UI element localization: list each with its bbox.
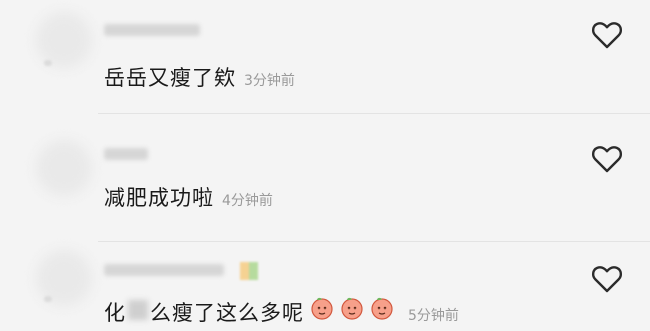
username-blurred[interactable] bbox=[104, 24, 200, 36]
blurred-character bbox=[128, 300, 148, 320]
heart-outline-icon bbox=[591, 266, 623, 293]
comment-text-prefix: 化 bbox=[104, 301, 126, 325]
blurred-mark bbox=[44, 296, 52, 302]
comment-body: 化 么瘦了这么多呢 5分钟前 bbox=[104, 296, 459, 327]
like-button[interactable] bbox=[590, 142, 624, 176]
username-blurred[interactable] bbox=[104, 148, 148, 160]
comment-text-suffix: 么瘦了这么多呢 bbox=[150, 301, 304, 325]
heart-outline-icon bbox=[591, 146, 623, 173]
peach-face-icon bbox=[341, 297, 363, 320]
user-badge-blurred bbox=[240, 262, 258, 280]
like-button[interactable] bbox=[590, 18, 624, 52]
comment-text: 岳岳又瘦了欸 bbox=[104, 66, 236, 90]
comment-body: 岳岳又瘦了欸 3分钟前 bbox=[104, 62, 295, 92]
comment-item: 减肥成功啦 4分钟前 bbox=[0, 114, 650, 242]
blurred-mark bbox=[44, 60, 52, 66]
comment-time: 3分钟前 bbox=[244, 73, 295, 89]
heart-outline-icon bbox=[591, 22, 623, 49]
comment-body: 减肥成功啦 4分钟前 bbox=[104, 182, 273, 212]
comment-item: 岳岳又瘦了欸 3分钟前 bbox=[0, 0, 650, 114]
comment-time: 4分钟前 bbox=[222, 193, 273, 209]
comment-item: 化 么瘦了这么多呢 5分钟前 bbox=[0, 242, 650, 331]
avatar[interactable] bbox=[36, 140, 92, 196]
comment-text: 减肥成功啦 bbox=[104, 186, 214, 210]
comment-time: 5分钟前 bbox=[408, 308, 459, 324]
username-blurred[interactable] bbox=[104, 264, 224, 276]
like-button[interactable] bbox=[590, 262, 624, 296]
peach-face-icon bbox=[311, 297, 333, 320]
peach-face-icon bbox=[371, 297, 393, 320]
